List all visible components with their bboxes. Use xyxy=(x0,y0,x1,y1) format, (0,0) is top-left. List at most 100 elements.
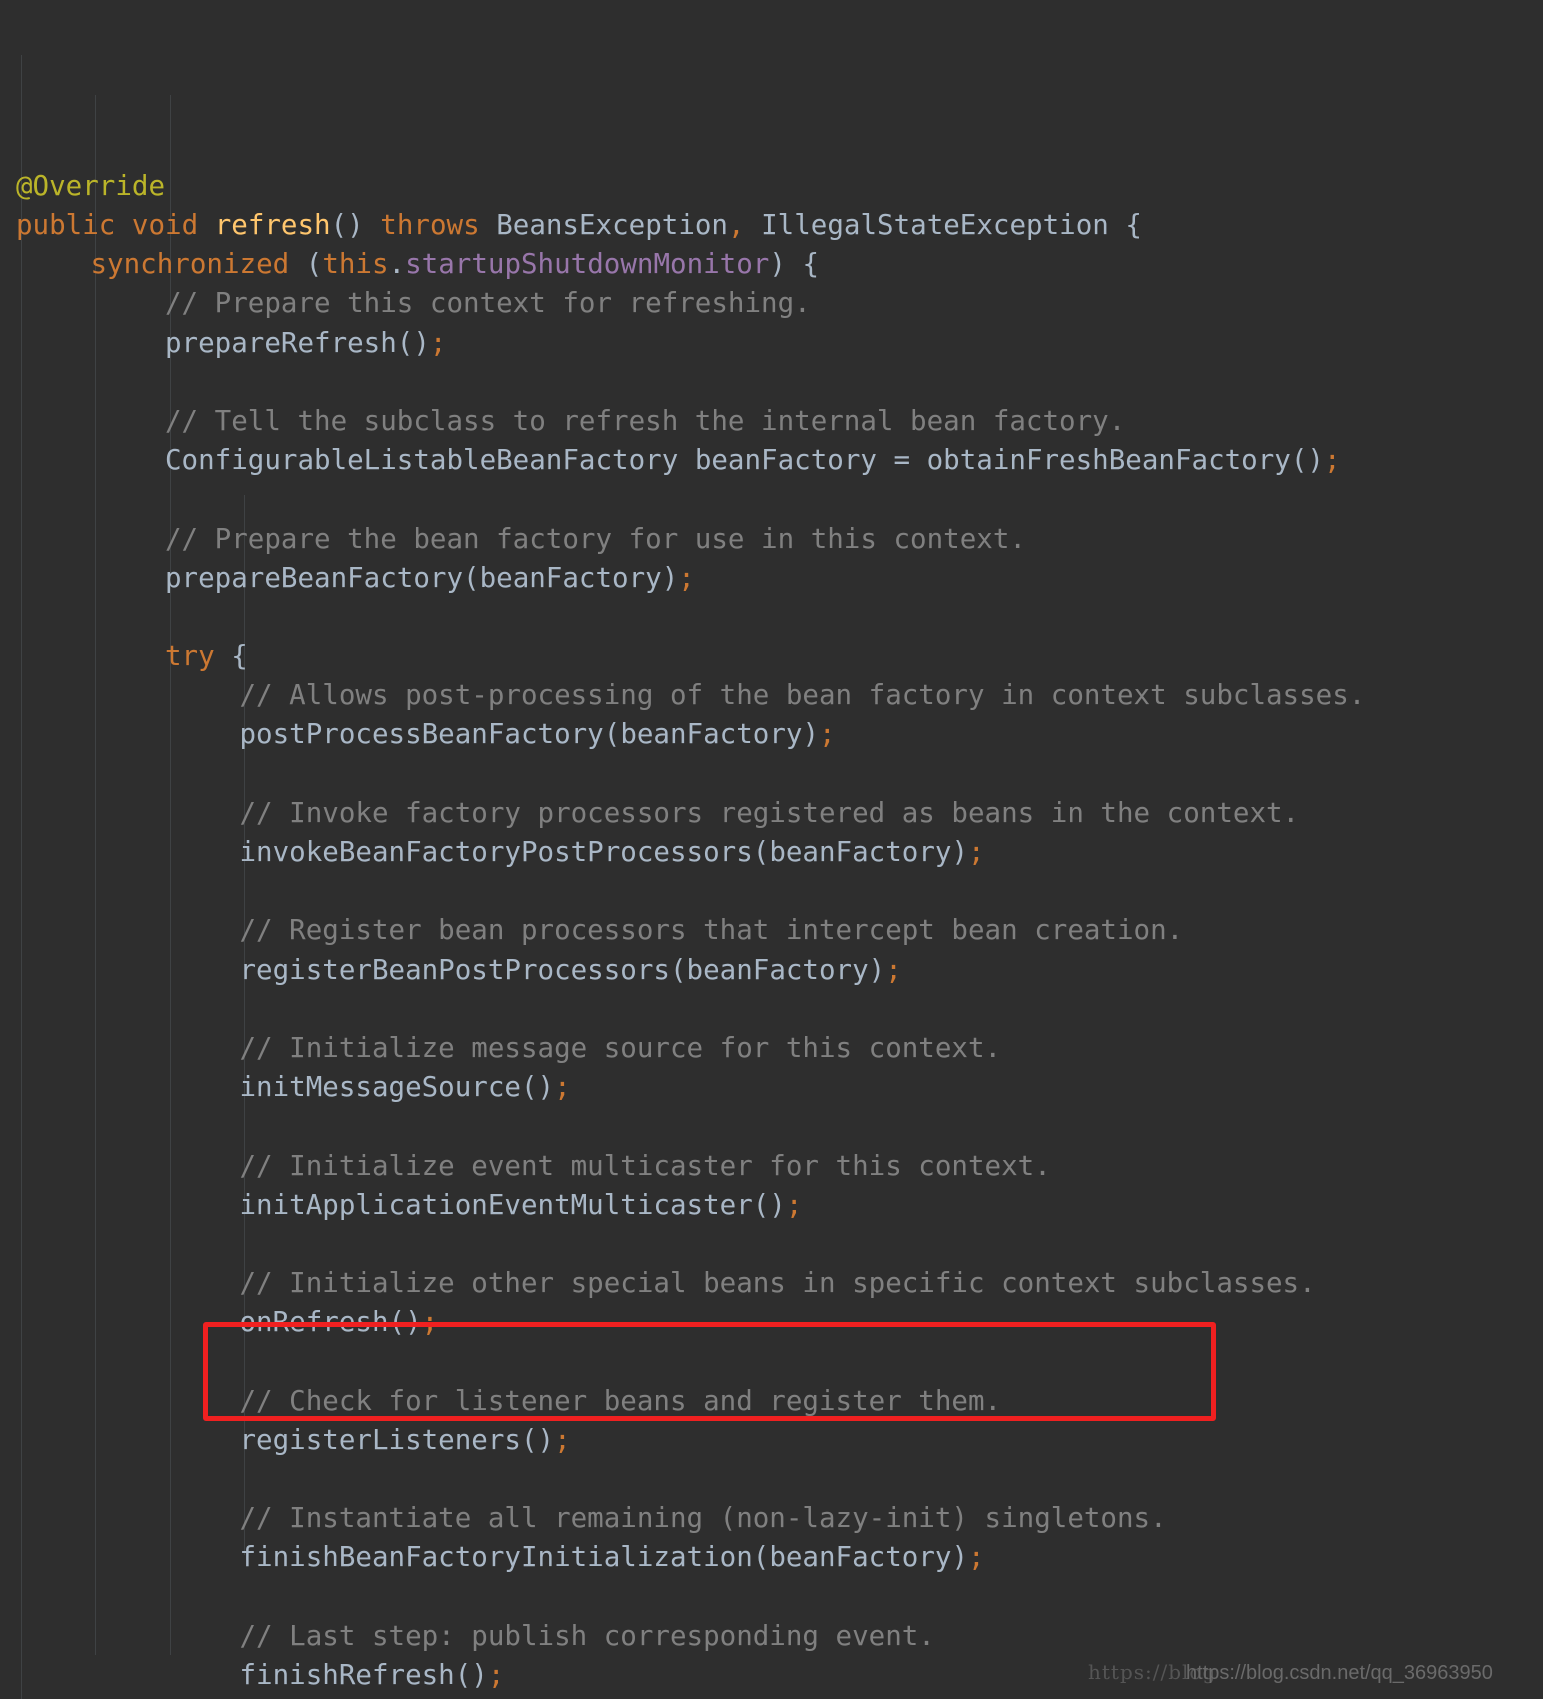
code-line[interactable]: // Last step: publish corresponding even… xyxy=(0,1617,1543,1656)
token-ident: invokeBeanFactoryPostProcessors xyxy=(239,836,753,868)
code-line[interactable]: onRefresh(); xyxy=(0,1303,1543,1342)
token-semi: ; xyxy=(885,953,902,986)
code-line[interactable]: // Allows post-processing of the bean fa… xyxy=(0,676,1543,715)
token-ident: beanFactory xyxy=(769,1541,952,1574)
code-line[interactable]: try { xyxy=(0,637,1543,676)
token-punc: ) xyxy=(769,248,786,281)
code-line[interactable] xyxy=(0,1342,1543,1381)
code-line[interactable]: synchronized (this.startupShutdownMonito… xyxy=(0,245,1543,284)
token-punc: () xyxy=(1290,444,1324,477)
token-punc xyxy=(115,209,132,241)
code-line[interactable]: public void refresh() throws BeansExcept… xyxy=(0,206,1543,245)
code-line[interactable]: // Instantiate all remaining (non-lazy-i… xyxy=(0,1499,1543,1538)
token-cmt: // Initialize message source for this co… xyxy=(239,1031,1002,1064)
token-ident: beanFactory xyxy=(479,561,662,594)
token-ident: beanFactory xyxy=(694,444,877,477)
code-lines: @Override public void refresh() throws Be… xyxy=(0,167,1543,1699)
token-punc: () xyxy=(520,1423,555,1456)
token-cmt: // Tell the subclass to refresh the inte… xyxy=(165,404,1126,437)
token-punc xyxy=(364,209,381,241)
token-ident: initApplicationEventMulticaster xyxy=(239,1188,753,1221)
token-ident: prepareRefresh xyxy=(165,326,397,359)
token-ident: beanFactory xyxy=(620,718,803,751)
token-cmt: // Invoke factory processors registered … xyxy=(239,796,1300,829)
code-line[interactable] xyxy=(0,1578,1543,1617)
token-punc: ) xyxy=(951,1541,968,1574)
token-cmt: // Allows post-processing of the bean fa… xyxy=(239,679,1366,712)
token-ident: beanFactory xyxy=(769,836,952,868)
token-ident: onRefresh xyxy=(239,1306,389,1339)
code-line[interactable]: // Initialize event multicaster for this… xyxy=(0,1147,1543,1186)
code-line[interactable]: registerListeners(); xyxy=(0,1421,1543,1460)
token-ident: postProcessBeanFactory xyxy=(239,718,604,751)
token-ident: finishBeanFactoryInitialization xyxy=(239,1541,753,1574)
token-ident: IllegalStateException xyxy=(761,209,1109,241)
code-line[interactable]: invokeBeanFactoryPostProcessors(beanFact… xyxy=(0,833,1543,872)
token-kw: synchronized xyxy=(90,248,290,281)
code-line[interactable] xyxy=(0,872,1543,911)
code-line[interactable] xyxy=(0,1225,1543,1264)
token-punc xyxy=(678,444,695,476)
code-line[interactable] xyxy=(0,1107,1543,1146)
code-line[interactable]: finishBeanFactoryInitialization(beanFact… xyxy=(0,1538,1543,1577)
token-punc: () xyxy=(454,1658,488,1691)
token-cmt: // Last step: publish corresponding even… xyxy=(239,1619,935,1652)
token-semi: ; xyxy=(429,326,447,359)
token-cmt: // Register bean processors that interce… xyxy=(239,914,1184,947)
code-line[interactable] xyxy=(0,598,1543,637)
token-semi: ; xyxy=(968,1541,985,1574)
code-line[interactable]: initApplicationEventMulticaster(); xyxy=(0,1186,1543,1225)
token-punc: ( xyxy=(305,248,323,281)
token-ident: obtainFreshBeanFactory xyxy=(926,444,1291,477)
code-line[interactable] xyxy=(0,990,1543,1029)
token-punc: { xyxy=(785,248,820,281)
token-ident: BeansException xyxy=(496,209,728,241)
token-punc: ( xyxy=(669,953,687,986)
token-punc: = xyxy=(876,444,927,477)
code-line[interactable] xyxy=(0,1460,1543,1499)
token-semi: ; xyxy=(678,561,695,594)
token-anno: @Override xyxy=(16,169,166,202)
token-semi: , xyxy=(728,209,745,241)
code-line[interactable]: initMessageSource(); xyxy=(0,1068,1543,1107)
code-line[interactable]: // Initialize other special beans in spe… xyxy=(0,1264,1543,1303)
token-cmt: // Check for listener beans and register… xyxy=(239,1384,1002,1417)
token-punc: () xyxy=(396,326,430,359)
code-line[interactable]: // Register bean processors that interce… xyxy=(0,911,1543,950)
code-line[interactable]: } xyxy=(0,1695,1543,1699)
token-ident: ConfigurableListableBeanFactory xyxy=(165,444,679,477)
token-kw: throws xyxy=(380,209,480,241)
token-ident: beanFactory xyxy=(686,953,869,986)
token-punc: () xyxy=(388,1306,422,1339)
token-semi: ; xyxy=(487,1658,505,1691)
code-line[interactable]: @Override xyxy=(0,167,1543,206)
code-line[interactable]: // Initialize message source for this co… xyxy=(0,1029,1543,1068)
token-kw: try xyxy=(165,640,215,673)
code-line[interactable]: prepareBeanFactory(beanFactory); xyxy=(0,559,1543,598)
code-line[interactable] xyxy=(0,363,1543,402)
code-line[interactable] xyxy=(0,480,1543,519)
token-semi: ; xyxy=(554,1423,571,1456)
code-line[interactable]: finishRefresh(); xyxy=(0,1656,1543,1695)
token-semi: ; xyxy=(1323,444,1341,477)
code-line[interactable]: // Prepare this context for refreshing. xyxy=(0,284,1543,323)
token-ident: registerBeanPostProcessors xyxy=(239,953,670,986)
token-punc: { xyxy=(1108,209,1142,241)
token-punc xyxy=(745,209,762,241)
token-punc: ( xyxy=(603,718,621,751)
code-line[interactable]: // Check for listener beans and register… xyxy=(0,1382,1543,1421)
code-line[interactable]: // Prepare the bean factory for use in t… xyxy=(0,520,1543,559)
code-line[interactable]: // Invoke factory processors registered … xyxy=(0,794,1543,833)
token-cmt: // Instantiate all remaining (non-lazy-i… xyxy=(239,1502,1167,1535)
token-cmt: // Prepare this context for refreshing. xyxy=(165,287,811,320)
code-line[interactable]: registerBeanPostProcessors(beanFactory); xyxy=(0,951,1543,990)
code-line[interactable]: prepareRefresh(); xyxy=(0,324,1543,363)
token-punc: ( xyxy=(752,1541,770,1574)
code-line[interactable]: // Tell the subclass to refresh the inte… xyxy=(0,402,1543,441)
token-punc: { xyxy=(214,640,248,673)
code-line[interactable]: ConfigurableListableBeanFactory beanFact… xyxy=(0,441,1543,480)
code-editor-surface[interactable]: @Override public void refresh() throws Be… xyxy=(0,0,1543,1699)
code-line[interactable] xyxy=(0,755,1543,794)
token-punc: () xyxy=(520,1071,555,1104)
code-line[interactable]: postProcessBeanFactory(beanFactory); xyxy=(0,715,1543,754)
